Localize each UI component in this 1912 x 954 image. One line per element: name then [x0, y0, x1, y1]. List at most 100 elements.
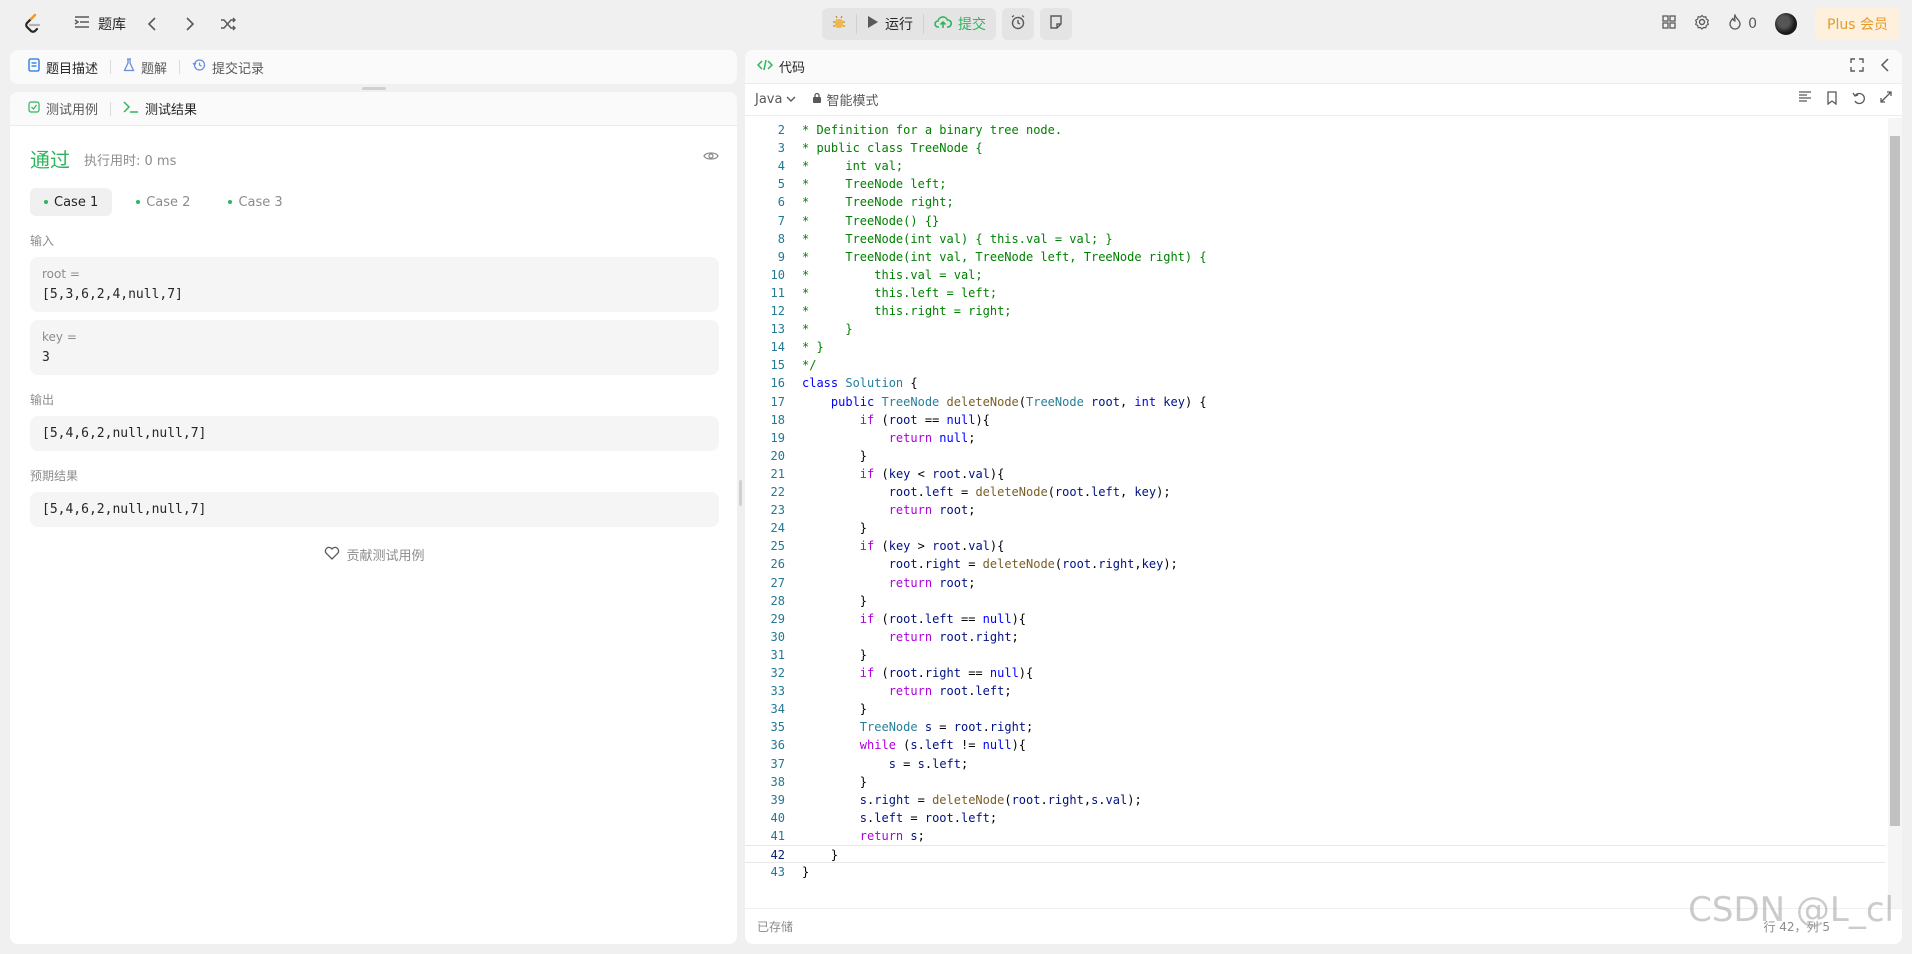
code-line[interactable]: 4 * int val; [745, 157, 1885, 175]
line-number: 32 [770, 666, 785, 680]
code-line[interactable]: 27 return root; [745, 574, 1885, 592]
code-line[interactable]: 35 TreeNode s = root.right; [745, 718, 1885, 736]
code-line[interactable]: 19 return null; [745, 429, 1885, 447]
reset-undo-icon[interactable] [1852, 91, 1866, 109]
code-line[interactable]: 38 } [745, 773, 1885, 791]
expand-icon[interactable] [1880, 90, 1892, 109]
code-token: TreeNode [859, 720, 925, 735]
editor-scrollbar[interactable] [1888, 118, 1902, 908]
fullscreen-icon[interactable] [1850, 57, 1864, 76]
code-line[interactable]: 33 return root.left; [745, 682, 1885, 700]
code-token: * Definition for a binary tree node. [802, 123, 1063, 137]
layout-grid-icon[interactable] [1662, 15, 1676, 33]
tab-test-result[interactable]: 测试结果 [119, 99, 201, 118]
code-line[interactable]: 2 * Definition for a binary tree node. [745, 121, 1885, 139]
notes-button[interactable] [1040, 8, 1072, 40]
code-line[interactable]: 40 s.left = root.left; [745, 809, 1885, 827]
code-line[interactable]: 13 * } [745, 320, 1885, 338]
horizontal-resize-handle[interactable] [362, 87, 386, 90]
eye-icon[interactable] [703, 150, 719, 166]
code-line[interactable]: 26 root.right = deleteNode(root.right,ke… [745, 555, 1885, 573]
code-line[interactable]: 31 } [745, 646, 1885, 664]
code-line[interactable]: 23 return root; [745, 501, 1885, 519]
vertical-resize-handle[interactable] [739, 480, 742, 506]
line-number: 39 [770, 792, 785, 807]
scrollbar-thumb[interactable] [1890, 136, 1900, 826]
problem-list-link[interactable]: 题库 [74, 14, 126, 34]
tab-solutions[interactable]: 题解 [119, 58, 171, 77]
code-line[interactable]: 30 return root.right; [745, 628, 1885, 646]
code-line[interactable]: 7 * TreeNode() {} [745, 212, 1885, 230]
code-token: null [939, 430, 969, 445]
code-line[interactable]: 16 class Solution { [745, 374, 1885, 392]
case-tab-2[interactable]: Case 2 [122, 188, 204, 216]
code-line[interactable]: 10 * this.val = val; [745, 266, 1885, 284]
format-align-icon[interactable] [1798, 90, 1812, 109]
shuffle-icon[interactable] [216, 12, 240, 36]
run-button[interactable]: 运行 [857, 8, 923, 40]
code-editor[interactable]: 2 * Definition for a binary tree node. 3 * … [745, 118, 1902, 908]
code-line[interactable]: 34 } [745, 700, 1885, 718]
code-token: TreeNode [881, 394, 947, 409]
code-line[interactable]: 29 if (root.left == null){ [745, 610, 1885, 628]
code-token: root [924, 810, 954, 825]
timer-button[interactable] [1002, 8, 1034, 40]
code-line[interactable]: 43} [745, 863, 1885, 881]
code-line[interactable]: 25 if (key > root.val){ [745, 537, 1885, 555]
case-tab-1[interactable]: Case 1 [30, 188, 113, 216]
submit-button[interactable]: 提交 [924, 8, 996, 40]
tab-submissions[interactable]: 提交记录 [188, 58, 268, 77]
code-line[interactable]: 18 if (root == null){ [745, 411, 1885, 429]
code-token: public [830, 394, 882, 409]
code-line[interactable]: 9 * TreeNode(int val, TreeNode left, Tree… [745, 248, 1885, 266]
tab-description[interactable]: 题目描述 [24, 58, 102, 77]
leetcode-logo-icon[interactable] [18, 10, 46, 38]
prev-problem-icon[interactable] [140, 12, 164, 36]
code-line[interactable]: 11 * this.left = left; [745, 284, 1885, 302]
code-token: key [1141, 557, 1164, 572]
code-line[interactable]: 12 * this.right = right; [745, 302, 1885, 320]
plus-member-button[interactable]: Plus 会员 [1815, 8, 1900, 40]
watermark: CSDN @L_cl [1688, 890, 1894, 930]
code-line[interactable]: 21 if (key < root.val){ [745, 465, 1885, 483]
code-text: return s; [802, 827, 925, 845]
code-line[interactable]: 8 * TreeNode(int val) { this.val = val; } [745, 230, 1885, 248]
bookmark-icon[interactable] [1826, 90, 1838, 109]
code-line[interactable]: 15 */ [745, 356, 1885, 374]
code-line[interactable]: 5 * TreeNode left; [745, 175, 1885, 193]
tab-testcase[interactable]: 测试用例 [24, 99, 102, 118]
code-line[interactable]: 6 * TreeNode right; [745, 193, 1885, 211]
code-token: if [859, 666, 882, 680]
code-token: = [903, 810, 925, 825]
code-line[interactable]: 17 public TreeNode deleteNode(TreeNode r… [745, 393, 1885, 411]
debug-button[interactable] [822, 8, 856, 40]
code-text: if (root == null){ [802, 411, 990, 429]
chevron-down-icon [786, 92, 796, 107]
code-line[interactable]: 3 * public class TreeNode { [745, 139, 1885, 157]
contribute-testcase-button[interactable]: 贡献测试用例 [30, 545, 719, 564]
line-number: 12 [770, 304, 785, 318]
code-line[interactable]: 32 if (root.right == null){ [745, 664, 1885, 682]
settings-gear-icon[interactable] [1694, 14, 1710, 34]
code-line[interactable]: 41 return s; [745, 827, 1885, 845]
code-token: { [903, 376, 918, 391]
streak-counter[interactable]: 0 [1728, 13, 1757, 34]
code-line[interactable]: 37 s = s.left; [745, 755, 1885, 773]
line-number: 2 [777, 123, 785, 137]
next-problem-icon[interactable] [178, 12, 202, 36]
code-line[interactable]: 39 s.right = deleteNode(root.right,s.val… [745, 791, 1885, 809]
collapse-chevron-icon[interactable] [1880, 57, 1890, 76]
code-line[interactable]: 42 } [745, 845, 1885, 863]
code-line[interactable]: 14 * } [745, 338, 1885, 356]
code-line[interactable]: 28 } [745, 592, 1885, 610]
code-token: , [1083, 792, 1092, 807]
language-select[interactable]: Java [755, 92, 796, 107]
code-token: ( [881, 412, 889, 427]
user-avatar[interactable] [1775, 13, 1798, 35]
case-tab-3[interactable]: Case 3 [214, 188, 296, 216]
smart-mode-toggle[interactable]: 智能模式 [812, 90, 878, 109]
code-line[interactable]: 22 root.left = deleteNode(root.left, key… [745, 483, 1885, 501]
code-line[interactable]: 36 while (s.left != null){ [745, 736, 1885, 754]
code-line[interactable]: 24 } [745, 519, 1885, 537]
code-line[interactable]: 20 } [745, 447, 1885, 465]
